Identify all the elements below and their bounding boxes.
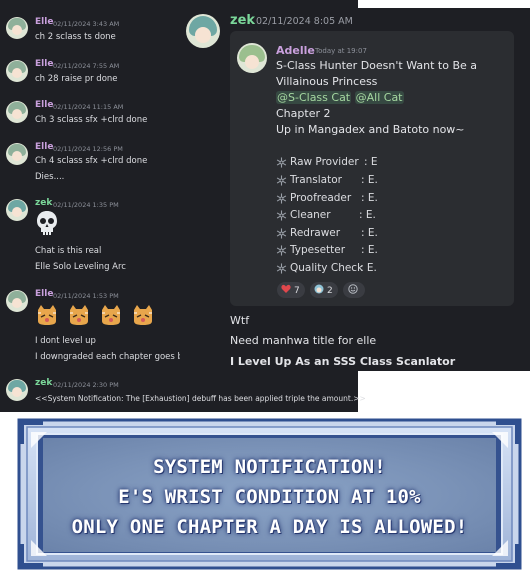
snowflake-icon [276, 228, 287, 239]
snowflake-icon [276, 245, 287, 256]
cat-emoji-row [36, 304, 159, 330]
mention-line: @S-Class Cat @All Cat [276, 91, 404, 104]
credit-row: Typesetter : E. [276, 244, 378, 258]
credit-value: : E. [360, 262, 377, 274]
credit-role: Redrawer [290, 227, 341, 239]
message-text: I dont level up [35, 336, 96, 346]
message-timestamp: 02/11/2024 8:05 AM [256, 16, 353, 27]
message-author[interactable]: Adelle [276, 44, 315, 57]
add-reaction-icon [348, 284, 358, 294]
avatar[interactable] [237, 43, 267, 73]
banner-headline: SYSTEM NOTIFICATION! [153, 456, 386, 478]
cat-emoji [70, 305, 89, 325]
reaction-heart[interactable]: 7 [277, 282, 305, 298]
mention[interactable]: @All Cat [354, 91, 404, 104]
cat-emoji [102, 305, 121, 325]
message-timestamp: 02/11/2024 11:15 AM [53, 103, 124, 111]
cat-emoji [134, 305, 153, 325]
message-author[interactable]: Elle [35, 59, 53, 69]
reaction-character[interactable]: 2 [310, 282, 338, 298]
credit-role: Translator [290, 174, 342, 186]
credit-value: : E [364, 156, 378, 168]
snowflake-icon [276, 210, 287, 221]
credit-row: Proofreader : E. [276, 192, 378, 206]
avatar[interactable] [6, 379, 28, 401]
chapter-label: Chapter 2 [276, 107, 331, 120]
credit-role: Typesetter [290, 244, 346, 256]
credit-value: : E. [361, 227, 378, 239]
credit-value: : E. [359, 209, 376, 221]
avatar[interactable] [6, 143, 28, 165]
avatar[interactable] [6, 101, 28, 123]
credit-value: : E. [361, 244, 378, 256]
message-timestamp: 02/11/2024 1:53 PM [53, 292, 119, 300]
message-author[interactable]: zek [35, 198, 52, 208]
snowflake-icon [276, 175, 287, 186]
message-timestamp: 02/11/2024 7:55 AM [53, 62, 120, 70]
credit-row: Translator : E. [276, 174, 378, 188]
avatar[interactable] [6, 199, 28, 221]
message-text: <<System Notification: The [Exhaustion] … [35, 394, 366, 403]
message-text: Wtf [230, 314, 250, 327]
reaction-count: 2 [327, 286, 333, 296]
banner-line: ONLY ONE CHAPTER A DAY IS ALLOWED! [71, 516, 468, 538]
avatar[interactable] [6, 17, 28, 39]
snowflake-icon [276, 157, 287, 168]
message-author[interactable]: Elle [35, 142, 53, 152]
avatar[interactable] [6, 290, 28, 312]
release-title: Villainous Princess [276, 75, 378, 88]
message-timestamp: 02/11/2024 1:35 PM [53, 201, 119, 209]
message-timestamp: Today at 19:07 [315, 47, 367, 55]
message-timestamp: 02/11/2024 3:43 AM [53, 20, 120, 28]
snowflake-icon [276, 263, 287, 274]
message-timestamp: 02/11/2024 2:30 PM [53, 381, 119, 389]
reaction-count: 7 [294, 286, 300, 296]
cat-emoji [38, 305, 56, 325]
credit-row: Cleaner : E. [276, 209, 376, 223]
credit-role: Proofreader [290, 192, 352, 204]
mention[interactable]: @S-Class Cat [276, 91, 352, 104]
message-text: I downgraded each chapter goes by [35, 352, 188, 362]
system-notification-banner: SYSTEM NOTIFICATION! E'S WRIST CONDITION… [17, 418, 522, 570]
avatar[interactable] [6, 60, 28, 82]
avatar[interactable] [186, 14, 220, 48]
message-author[interactable]: Elle [35, 100, 53, 110]
add-reaction-button[interactable] [343, 282, 365, 298]
skull-emoji [37, 211, 57, 235]
message-author[interactable]: zek [35, 378, 52, 388]
message-author[interactable]: Elle [35, 17, 53, 27]
snowflake-icon [276, 193, 287, 204]
message-text: ch 2 sclass ts done [35, 32, 116, 42]
message-text: Chat is this real [35, 246, 102, 256]
announcement-text: Up in Mangadex and Batoto now~ [276, 123, 465, 136]
release-title: S-Class Hunter Doesn't Want to Be a [276, 59, 477, 72]
credit-role: Cleaner [290, 209, 331, 221]
message-text: I Level Up As an SSS Class Scanlator [230, 355, 456, 368]
banner-line: E'S WRIST CONDITION AT 10% [118, 486, 421, 508]
credit-row: Quality Check : E. [276, 262, 377, 276]
message-text: Ch 4 sclass sfx +clrd done [35, 156, 148, 166]
message-author[interactable]: zek [230, 13, 255, 28]
message-text: Dies.... [35, 172, 65, 182]
message-timestamp: 02/11/2024 12:56 PM [53, 145, 123, 153]
credit-value: : E. [361, 192, 378, 204]
credit-role: Quality Check [290, 262, 364, 274]
credit-row: Redrawer : E. [276, 227, 378, 241]
character-emoji-icon [314, 284, 324, 294]
credit-role: Raw Provider [290, 156, 359, 168]
message-author[interactable]: Elle [35, 289, 53, 299]
credit-row: Raw Provider : E [276, 156, 378, 170]
message-text: ch 28 raise pr done [35, 74, 118, 84]
credit-value: : E. [361, 174, 378, 186]
message-text: Elle Solo Leveling Arc [35, 262, 126, 272]
heart-icon [281, 284, 291, 293]
message-text: Need manhwa title for elle [230, 334, 377, 347]
message-text: Ch 3 sclass sfx +clrd done [35, 115, 148, 125]
